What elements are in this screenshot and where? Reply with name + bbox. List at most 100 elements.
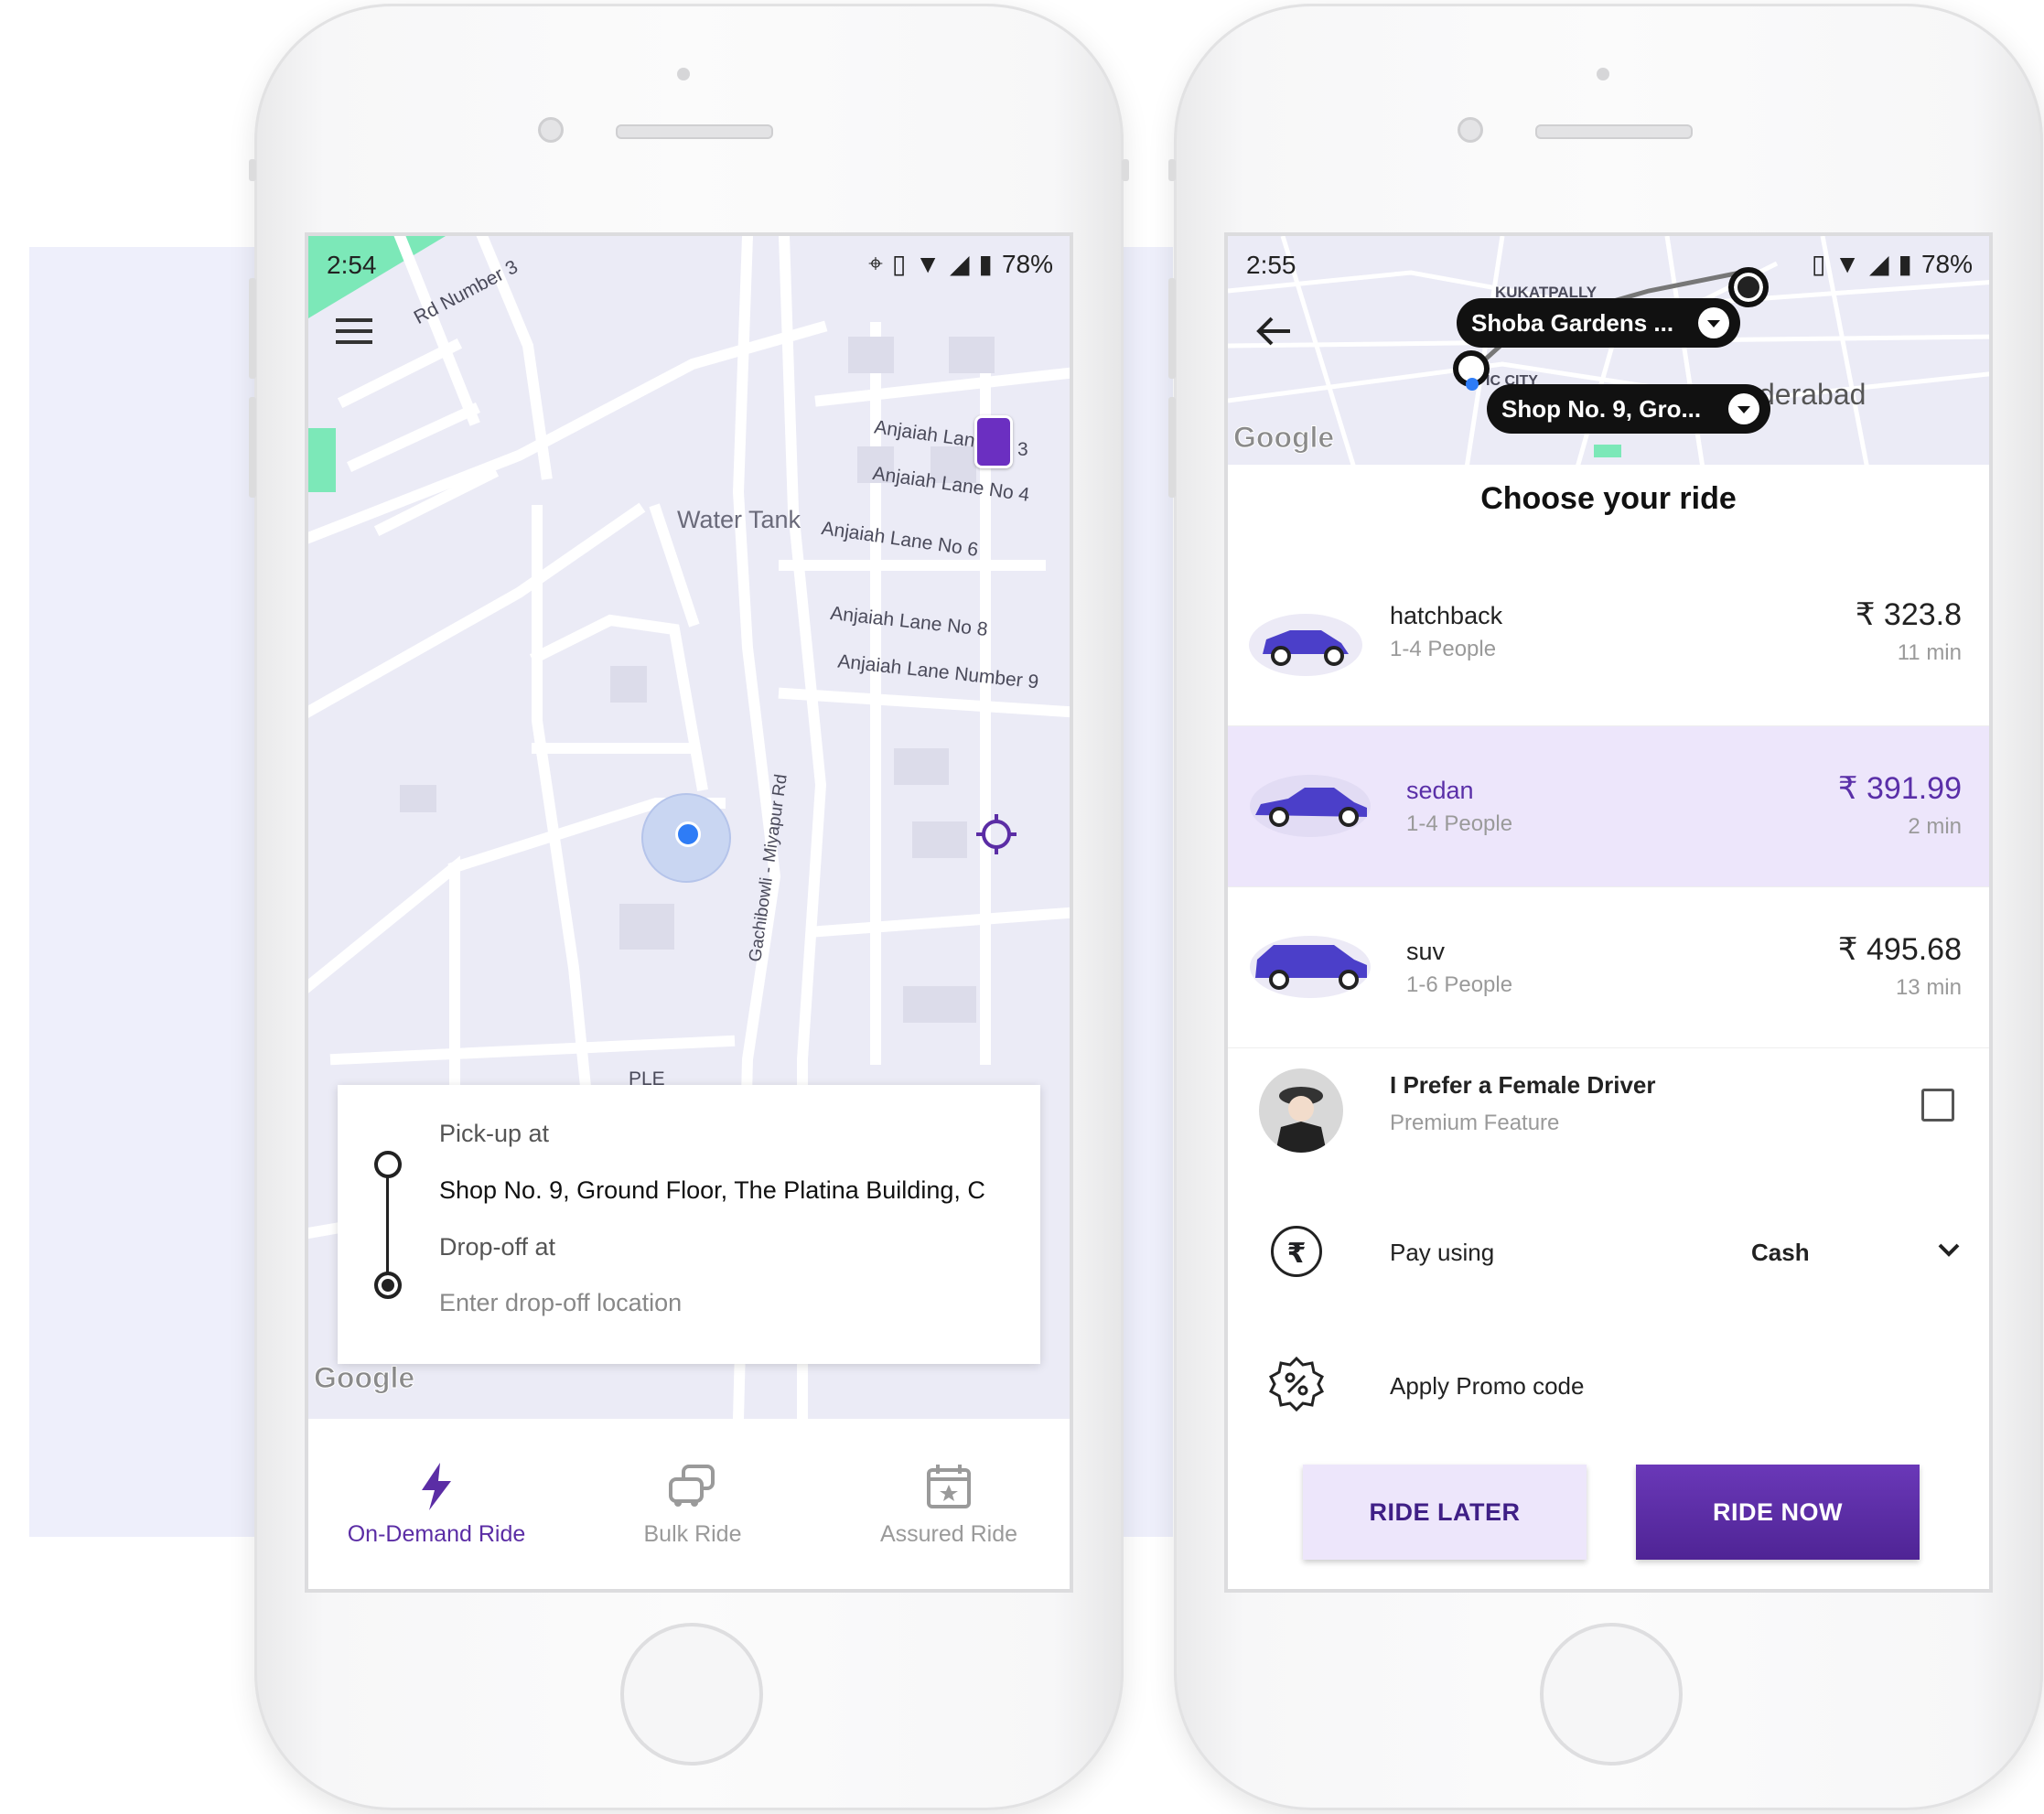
google-watermark: Google: [313, 1361, 415, 1395]
map-label-lane-3b: 3: [1017, 439, 1028, 460]
status-bar: 2:54 ⌖ ▯ ▼ ◢ ▮ 78%: [308, 236, 1070, 300]
dropoff-label: Drop-off at: [439, 1233, 556, 1261]
status-time: 2:54: [327, 251, 377, 279]
sedan-car-icon: [1250, 775, 1371, 837]
volume-down-button: [1168, 397, 1176, 498]
drop-location-pill[interactable]: Shop No. 9, Gro...: [1487, 384, 1770, 434]
ride-price: ₹ 391.99: [1837, 771, 1962, 806]
ride-eta: 2 min: [1908, 814, 1962, 839]
chevron-down-icon: [1698, 307, 1729, 338]
promo-row[interactable]: Apply Promo code: [1228, 1321, 1989, 1453]
map-label-hyderabad: derabad: [1759, 378, 1866, 411]
ride-sheet: Choose your ride hatchback 1-4 People ₹ …: [1228, 465, 1989, 1589]
front-camera: [1458, 117, 1483, 143]
ride-name: hatchback: [1390, 602, 1503, 629]
tab-assured-ride[interactable]: Assured Ride: [821, 1419, 1070, 1589]
pickup-address[interactable]: Shop No. 9, Ground Floor, The Platina Bu…: [439, 1176, 1032, 1205]
proximity-sensor: [677, 68, 690, 81]
route-card: Pick-up at Shop No. 9, Ground Floor, The…: [338, 1085, 1040, 1364]
earpiece-speaker: [1535, 124, 1693, 139]
suv-car-icon: [1250, 936, 1371, 998]
ride-later-button[interactable]: RIDE LATER: [1303, 1465, 1587, 1560]
status-time: 2:55: [1246, 251, 1296, 279]
ride-price: ₹ 323.8: [1855, 597, 1962, 632]
pickup-location-pill[interactable]: Shoba Gardens ...: [1457, 298, 1740, 348]
front-camera: [538, 117, 564, 143]
dropoff-input[interactable]: Enter drop-off location: [439, 1289, 682, 1317]
volume-up-button: [249, 278, 256, 379]
payment-method: Cash: [1751, 1239, 1810, 1266]
signal-icon: ◢: [1868, 250, 1889, 278]
ride-capacity: 1-6 People: [1406, 972, 1513, 997]
ride-option-suv[interactable]: suv 1-6 People ₹ 495.68 13 min: [1228, 887, 1989, 1049]
female-driver-row[interactable]: I Prefer a Female Driver Premium Feature: [1228, 1048, 1989, 1191]
chevron-down-icon: [1728, 393, 1759, 424]
blue-location-dot-icon: [1466, 378, 1479, 391]
location-status-icon: ⌖: [868, 249, 883, 277]
tab-bulk-ride[interactable]: Bulk Ride: [565, 1419, 821, 1589]
vibrate-icon: ▯: [891, 250, 907, 278]
sheet-title: Choose your ride: [1480, 481, 1737, 516]
home-button: [620, 1623, 763, 1766]
wifi-icon: ▼: [1834, 249, 1860, 278]
route-line: [386, 1176, 389, 1279]
tab-label: Bulk Ride: [643, 1521, 742, 1547]
female-driver-avatar-icon: [1259, 1068, 1343, 1153]
status-bar: 2:55 ▯ ▼ ◢ ▮ 78%: [1228, 236, 1989, 300]
pickup-label: Pick-up at: [439, 1120, 550, 1147]
wifi-icon: ▼: [915, 249, 941, 278]
ride-name: sedan: [1406, 777, 1474, 804]
car-marker-icon: [974, 415, 1013, 468]
back-arrow-icon[interactable]: [1253, 311, 1294, 351]
tab-label: Assured Ride: [879, 1521, 1018, 1547]
ride-option-hatchback[interactable]: hatchback 1-4 People ₹ 323.8 11 min: [1228, 565, 1989, 727]
signal-icon: ◢: [949, 250, 970, 278]
proximity-sensor: [1597, 68, 1609, 81]
promo-label: Apply Promo code: [1390, 1372, 1585, 1400]
ride-eta: 11 min: [1897, 640, 1962, 665]
pickup-pill-text: Shoba Gardens ...: [1471, 308, 1674, 337]
battery-icon: ▮: [1898, 250, 1912, 278]
hamburger-menu-icon[interactable]: [336, 317, 372, 344]
female-driver-subtitle: Premium Feature: [1390, 1111, 1560, 1135]
lightning-icon: [422, 1463, 451, 1510]
female-driver-title: I Prefer a Female Driver: [1390, 1071, 1656, 1099]
left-screen: Rd Number 3 Water Tank Anjaiah Lan 3 Anj…: [305, 232, 1073, 1593]
ride-option-sedan[interactable]: sedan 1-4 People ₹ 391.99 2 min: [1228, 726, 1989, 888]
home-button: [1540, 1623, 1683, 1766]
dropoff-dot-icon: [374, 1272, 402, 1299]
tab-label: On-Demand Ride: [347, 1521, 526, 1547]
ride-eta: 13 min: [1895, 975, 1962, 1000]
payment-label: Pay using: [1390, 1239, 1495, 1266]
payment-row[interactable]: ₹ Pay using Cash: [1228, 1189, 1989, 1323]
mute-switch: [249, 159, 256, 181]
right-screen: KUKATPALLY IC CITY derabad Shoba Gardens…: [1224, 232, 1993, 1593]
ride-capacity: 1-4 People: [1406, 811, 1513, 836]
chevron-down-icon: [1936, 1237, 1962, 1262]
hatchback-car-icon: [1249, 614, 1362, 676]
battery-icon: ▮: [978, 250, 993, 278]
ride-price: ₹ 495.68: [1837, 932, 1962, 967]
cars-icon: [669, 1465, 715, 1507]
power-button: [1122, 159, 1129, 181]
battery-percent: 78%: [1001, 249, 1053, 278]
vibrate-icon: ▯: [1811, 250, 1826, 278]
google-watermark: Google: [1232, 421, 1335, 455]
map-label-water-tank: Water Tank: [677, 506, 801, 533]
drop-pill-text: Shop No. 9, Gro...: [1501, 394, 1702, 423]
pickup-dot-icon: [374, 1151, 402, 1178]
current-location-icon: [675, 821, 701, 847]
ride-capacity: 1-4 People: [1390, 637, 1497, 661]
ride-name: suv: [1406, 938, 1446, 965]
female-driver-checkbox[interactable]: [1921, 1089, 1954, 1122]
calendar-star-icon: [927, 1465, 971, 1508]
ride-now-button[interactable]: RIDE NOW: [1636, 1465, 1920, 1560]
volume-down-button: [249, 397, 256, 498]
volume-up-button: [1168, 278, 1176, 379]
tab-on-demand-ride[interactable]: On-Demand Ride: [308, 1419, 565, 1589]
rupee-icon: ₹: [1271, 1226, 1322, 1277]
mute-switch: [1168, 159, 1176, 181]
left-phone-frame: Rd Number 3 Water Tank Anjaiah Lan 3 Anj…: [249, 4, 1129, 1810]
battery-percent: 78%: [1920, 249, 1973, 278]
recenter-crosshair-icon[interactable]: [974, 812, 1018, 856]
